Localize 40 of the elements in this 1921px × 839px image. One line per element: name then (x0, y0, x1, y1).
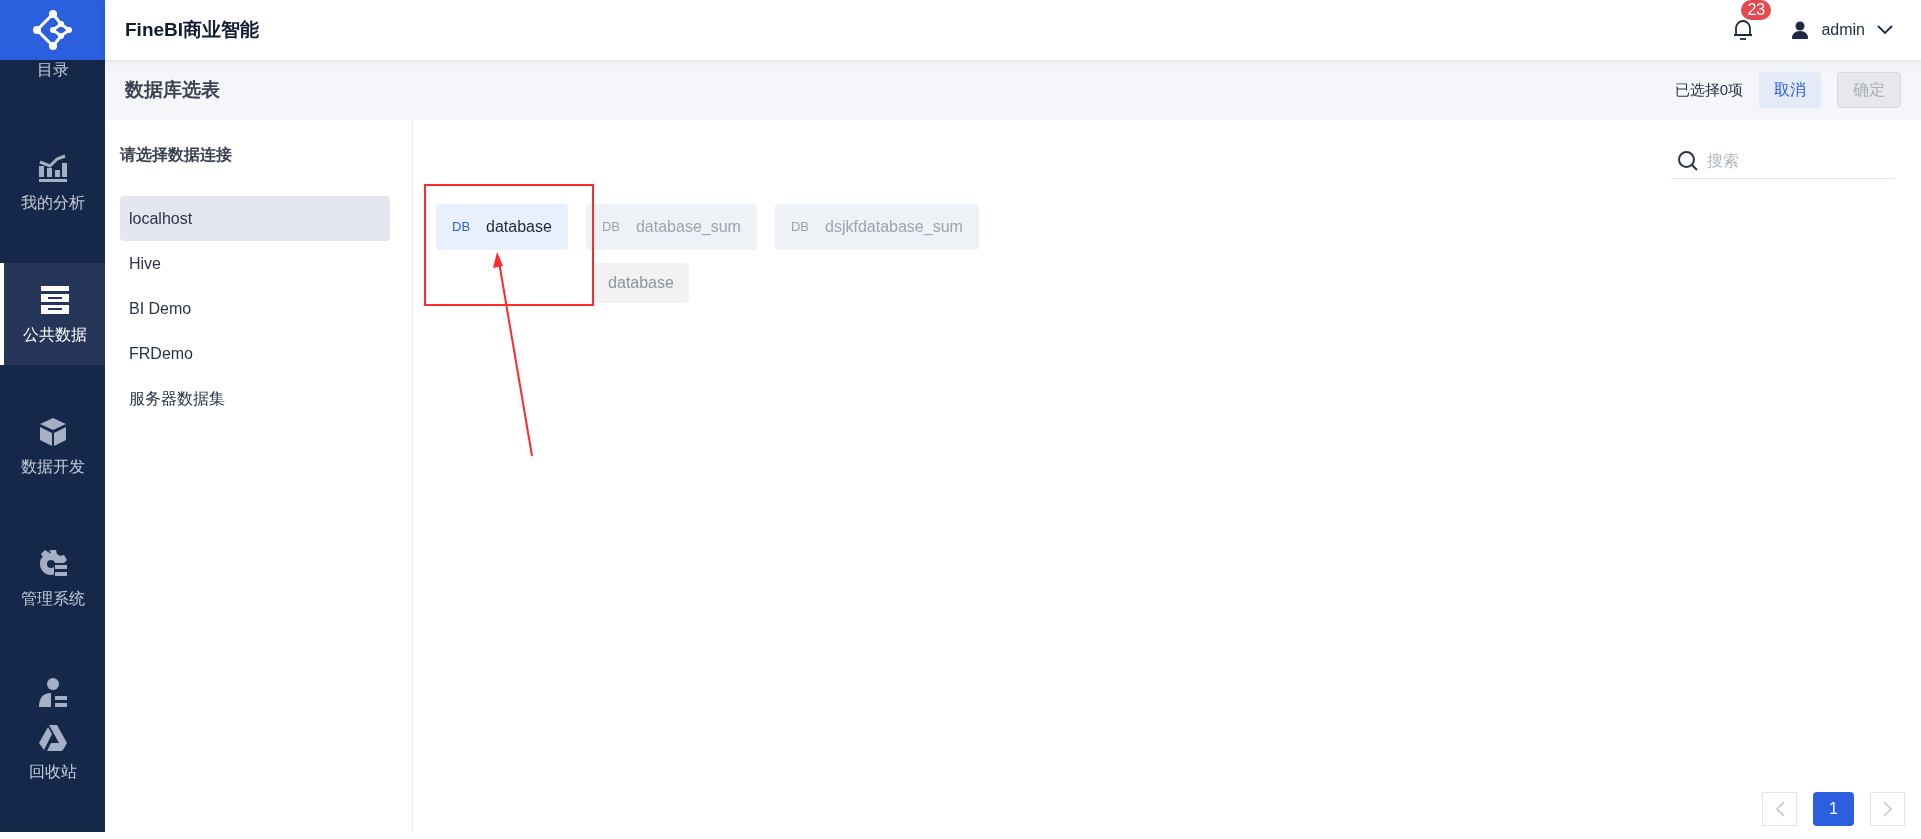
gear-icon (37, 549, 68, 579)
connection-item[interactable]: FRDemo (120, 331, 390, 376)
bell-icon (1733, 19, 1754, 41)
connection-item[interactable]: BI Demo (120, 286, 390, 331)
user-menu[interactable]: admin (1791, 18, 1893, 42)
user-icon (1791, 21, 1810, 39)
triangle-icon (37, 724, 68, 752)
nav-item[interactable]: 回收站 (0, 659, 105, 799)
chevron-down-icon (1877, 25, 1893, 35)
search-icon (1677, 150, 1699, 172)
nav-item[interactable]: 我的分析 (0, 131, 105, 233)
notification-badge: 23 (1741, 0, 1772, 20)
panel-title: 请选择数据连接 (120, 145, 233, 165)
connection-item[interactable]: Hive (120, 241, 390, 286)
network-logo-icon (30, 8, 75, 52)
search-input[interactable]: 搜索 (1707, 149, 1877, 173)
nav-item[interactable]: 公共数据 (0, 263, 105, 365)
connection-item[interactable]: 服务器数据集 (120, 376, 390, 421)
logo[interactable] (0, 0, 105, 60)
drag-preview: database (593, 263, 689, 303)
chevron-right-icon (1882, 801, 1893, 817)
table-card[interactable]: DB database (436, 204, 568, 250)
connection-item[interactable]: localhost (120, 196, 390, 241)
user-list-icon (37, 678, 68, 708)
nav-item[interactable]: 管理系统 (0, 527, 105, 629)
cancel-button[interactable]: 取消 (1759, 72, 1821, 108)
nav-item[interactable]: 目录 (0, 60, 105, 90)
page-title: 数据库选表 (125, 77, 220, 102)
chevron-left-icon (1774, 801, 1785, 817)
db-label: DB (601, 218, 620, 237)
nav-item[interactable]: 数据开发 (0, 395, 105, 497)
app-title: FineBI商业智能 (125, 17, 260, 42)
db-label: DB (452, 218, 471, 237)
bar-chart-icon (37, 153, 68, 183)
db-label: DB (790, 218, 809, 237)
storage-icon (39, 285, 70, 315)
search-field[interactable]: 搜索 (1671, 144, 1895, 179)
selection-count: 已选择0项 (1674, 79, 1743, 100)
cube-icon (37, 417, 68, 447)
page-button[interactable]: 1 (1813, 792, 1854, 826)
